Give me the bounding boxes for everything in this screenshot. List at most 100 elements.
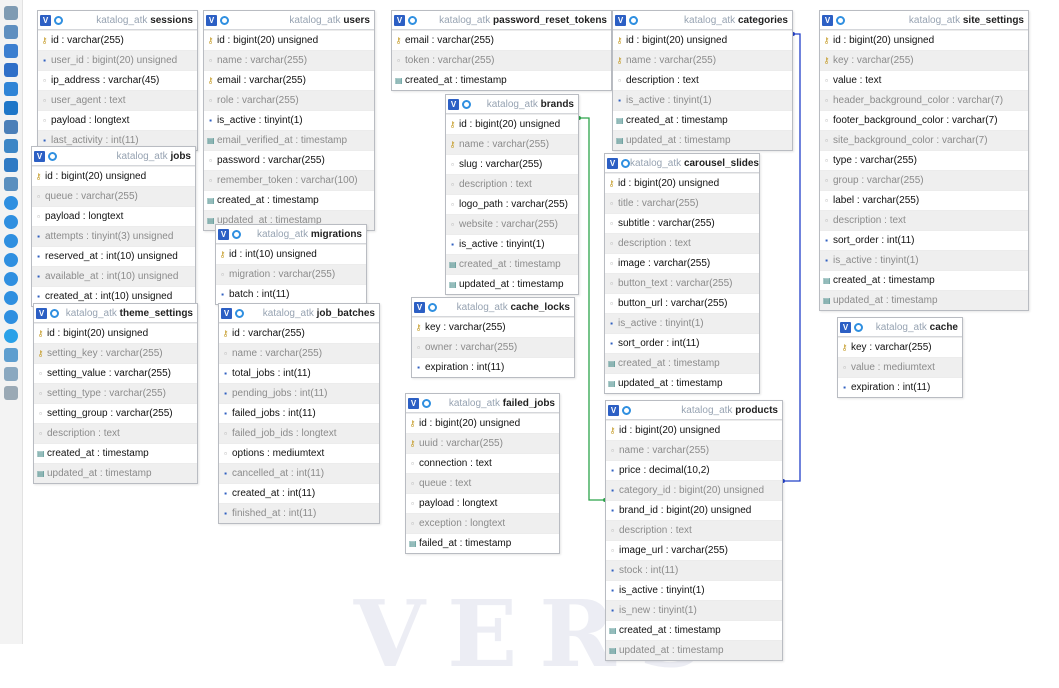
table-column[interactable]: ▤ created_at : timestamp — [606, 620, 782, 640]
table-column[interactable]: ▪ is_active : tinyint(1) — [446, 234, 578, 254]
table-column[interactable]: ▫ label : varchar(255) — [820, 190, 1028, 210]
table-options-icon[interactable] — [220, 15, 229, 25]
table-column[interactable]: ▫ title : varchar(255) — [605, 193, 759, 213]
table-column[interactable]: ▫ slug : varchar(255) — [446, 154, 578, 174]
table-column[interactable]: ▪ stock : int(11) — [606, 560, 782, 580]
table-column[interactable]: ▪ finished_at : int(11) — [219, 503, 379, 523]
table-column[interactable]: ▤ updated_at : timestamp — [613, 130, 792, 150]
table-column[interactable]: ⚷ id : bigint(20) unsigned — [613, 30, 792, 50]
table-column[interactable]: ▤ updated_at : timestamp — [446, 274, 578, 294]
table-column[interactable]: ⚷ id : bigint(20) unsigned — [406, 413, 559, 433]
table-column[interactable]: ⚷ id : bigint(20) unsigned — [204, 30, 374, 50]
table-column[interactable]: ▤ created_at : timestamp — [392, 70, 611, 90]
table-column[interactable]: ⚷ key : varchar(255) — [412, 317, 574, 337]
table-header[interactable]: Vkatalog_atk password_reset_tokens — [392, 11, 611, 30]
table-header[interactable]: Vkatalog_atk carousel_slides — [605, 154, 759, 173]
toggle-columns-icon[interactable]: V — [40, 14, 51, 26]
table-column[interactable]: ⚷ key : varchar(255) — [838, 337, 962, 357]
table-column[interactable]: ⚷ id : bigint(20) unsigned — [32, 166, 195, 186]
table-column[interactable]: ▫ name : varchar(255) — [204, 50, 374, 70]
table-column[interactable]: ▫ password : varchar(255) — [204, 150, 374, 170]
table-column[interactable]: ▫ description : text — [34, 423, 197, 443]
table-header[interactable]: Vkatalog_atk cache_locks — [412, 298, 574, 317]
table-column[interactable]: ⚷ id : varchar(255) — [38, 30, 197, 50]
table-options-icon[interactable] — [622, 405, 631, 415]
table-column[interactable]: ▤ email_verified_at : timestamp — [204, 130, 374, 150]
table-column[interactable]: ⚷ name : varchar(255) — [446, 134, 578, 154]
table-column[interactable]: ▪ category_id : bigint(20) unsigned — [606, 480, 782, 500]
table-column[interactable]: ▫ setting_type : varchar(255) — [34, 383, 197, 403]
table-column[interactable]: ⚷ name : varchar(255) — [613, 50, 792, 70]
table-options-icon[interactable] — [408, 15, 417, 25]
table-column[interactable]: ▤ created_at : timestamp — [34, 443, 197, 463]
table-column[interactable]: ⚷ id : bigint(20) unsigned — [34, 323, 197, 343]
table-column[interactable]: ▫ logo_path : varchar(255) — [446, 194, 578, 214]
table-column[interactable]: ▫ description : text — [446, 174, 578, 194]
table-column[interactable]: ▫ image_url : varchar(255) — [606, 540, 782, 560]
table-column[interactable]: ▫ queue : varchar(255) — [32, 186, 195, 206]
toggle-columns-icon[interactable]: V — [218, 228, 229, 240]
table-column[interactable]: ⚷ id : bigint(20) unsigned — [446, 114, 578, 134]
table-column[interactable]: ▪ is_active : tinyint(1) — [605, 313, 759, 333]
table-column[interactable]: ⚷ id : bigint(20) unsigned — [605, 173, 759, 193]
table-cache[interactable]: Vkatalog_atk cache ⚷ key : varchar(255) ▫ va… — [837, 317, 963, 398]
table-column[interactable]: ▫ payload : longtext — [32, 206, 195, 226]
table-column[interactable]: ▤ updated_at : timestamp — [606, 640, 782, 660]
toggle-columns-icon[interactable]: V — [206, 14, 217, 26]
table-column[interactable]: ▫ payload : longtext — [406, 493, 559, 513]
table-cache-locks[interactable]: Vkatalog_atk cache_locks ⚷ key : varchar(2… — [411, 297, 575, 378]
toggle-columns-icon[interactable]: V — [615, 14, 626, 26]
table-column[interactable]: ▪ is_active : tinyint(1) — [820, 250, 1028, 270]
table-column[interactable]: ▪ is_new : tinyint(1) — [606, 600, 782, 620]
table-column[interactable]: ▫ button_text : varchar(255) — [605, 273, 759, 293]
table-column[interactable]: ⚷ uuid : varchar(255) — [406, 433, 559, 453]
table-column[interactable]: ▫ value : mediumtext — [838, 357, 962, 377]
table-options-icon[interactable] — [54, 15, 63, 25]
table-column[interactable]: ▪ is_active : tinyint(1) — [613, 90, 792, 110]
table-options-icon[interactable] — [232, 229, 241, 239]
table-column[interactable]: ▤ updated_at : timestamp — [34, 463, 197, 483]
toggle-columns-icon[interactable]: V — [34, 150, 45, 162]
table-column[interactable]: ▪ pending_jobs : int(11) — [219, 383, 379, 403]
table-column[interactable]: ▫ owner : varchar(255) — [412, 337, 574, 357]
table-column[interactable]: ▫ image : varchar(255) — [605, 253, 759, 273]
table-header[interactable]: Vkatalog_atk migrations — [216, 225, 366, 244]
table-users[interactable]: Vkatalog_atk users ⚷ id : bigint(20) unsig… — [203, 10, 375, 231]
table-column[interactable]: ▪ expiration : int(11) — [412, 357, 574, 377]
table-column[interactable]: ▤ failed_at : timestamp — [406, 533, 559, 553]
table-column[interactable]: ▫ description : text — [613, 70, 792, 90]
table-column[interactable]: ▤ created_at : timestamp — [613, 110, 792, 130]
table-column[interactable]: ▪ expiration : int(11) — [838, 377, 962, 397]
table-options-icon[interactable] — [621, 158, 630, 168]
toggle-columns-icon[interactable]: V — [607, 157, 618, 169]
table-column[interactable]: ▤ updated_at : timestamp — [605, 373, 759, 393]
table-column[interactable]: ▪ price : decimal(10,2) — [606, 460, 782, 480]
table-site-settings[interactable]: Vkatalog_atk site_settings ⚷ id : bigint(2… — [819, 10, 1029, 311]
table-column[interactable]: ▫ options : mediumtext — [219, 443, 379, 463]
toggle-columns-icon[interactable]: V — [394, 14, 405, 26]
toggle-columns-icon[interactable]: V — [414, 301, 425, 313]
table-column[interactable]: ▪ attempts : tinyint(3) unsigned — [32, 226, 195, 246]
table-column[interactable]: ⚷ id : varchar(255) — [219, 323, 379, 343]
table-column[interactable]: ▫ footer_background_color : varchar(7) — [820, 110, 1028, 130]
table-column[interactable]: ▤ created_at : timestamp — [605, 353, 759, 373]
table-column[interactable]: ▫ site_background_color : varchar(7) — [820, 130, 1028, 150]
table-column[interactable]: ▪ brand_id : bigint(20) unsigned — [606, 500, 782, 520]
table-column[interactable]: ▫ ip_address : varchar(45) — [38, 70, 197, 90]
table-options-icon[interactable] — [854, 322, 863, 332]
table-column[interactable]: ▫ description : text — [606, 520, 782, 540]
table-header[interactable]: Vkatalog_atk site_settings — [820, 11, 1028, 30]
table-header[interactable]: Vkatalog_atk categories — [613, 11, 792, 30]
table-migrations[interactable]: Vkatalog_atk migrations ⚷ id : int(10) uns… — [215, 224, 367, 305]
table-column[interactable]: ▪ user_id : bigint(20) unsigned — [38, 50, 197, 70]
table-column[interactable]: ⚷ key : varchar(255) — [820, 50, 1028, 70]
table-column[interactable]: ▫ description : text — [605, 233, 759, 253]
table-column[interactable]: ▪ total_jobs : int(11) — [219, 363, 379, 383]
table-theme-settings[interactable]: Vkatalog_atk theme_settings ⚷ id : bigint(… — [33, 303, 198, 484]
table-column[interactable]: ▫ token : varchar(255) — [392, 50, 611, 70]
table-header[interactable]: Vkatalog_atk users — [204, 11, 374, 30]
toggle-columns-icon[interactable]: V — [822, 14, 833, 26]
table-options-icon[interactable] — [48, 151, 57, 161]
table-header[interactable]: Vkatalog_atk failed_jobs — [406, 394, 559, 413]
toggle-columns-icon[interactable]: V — [36, 307, 47, 319]
